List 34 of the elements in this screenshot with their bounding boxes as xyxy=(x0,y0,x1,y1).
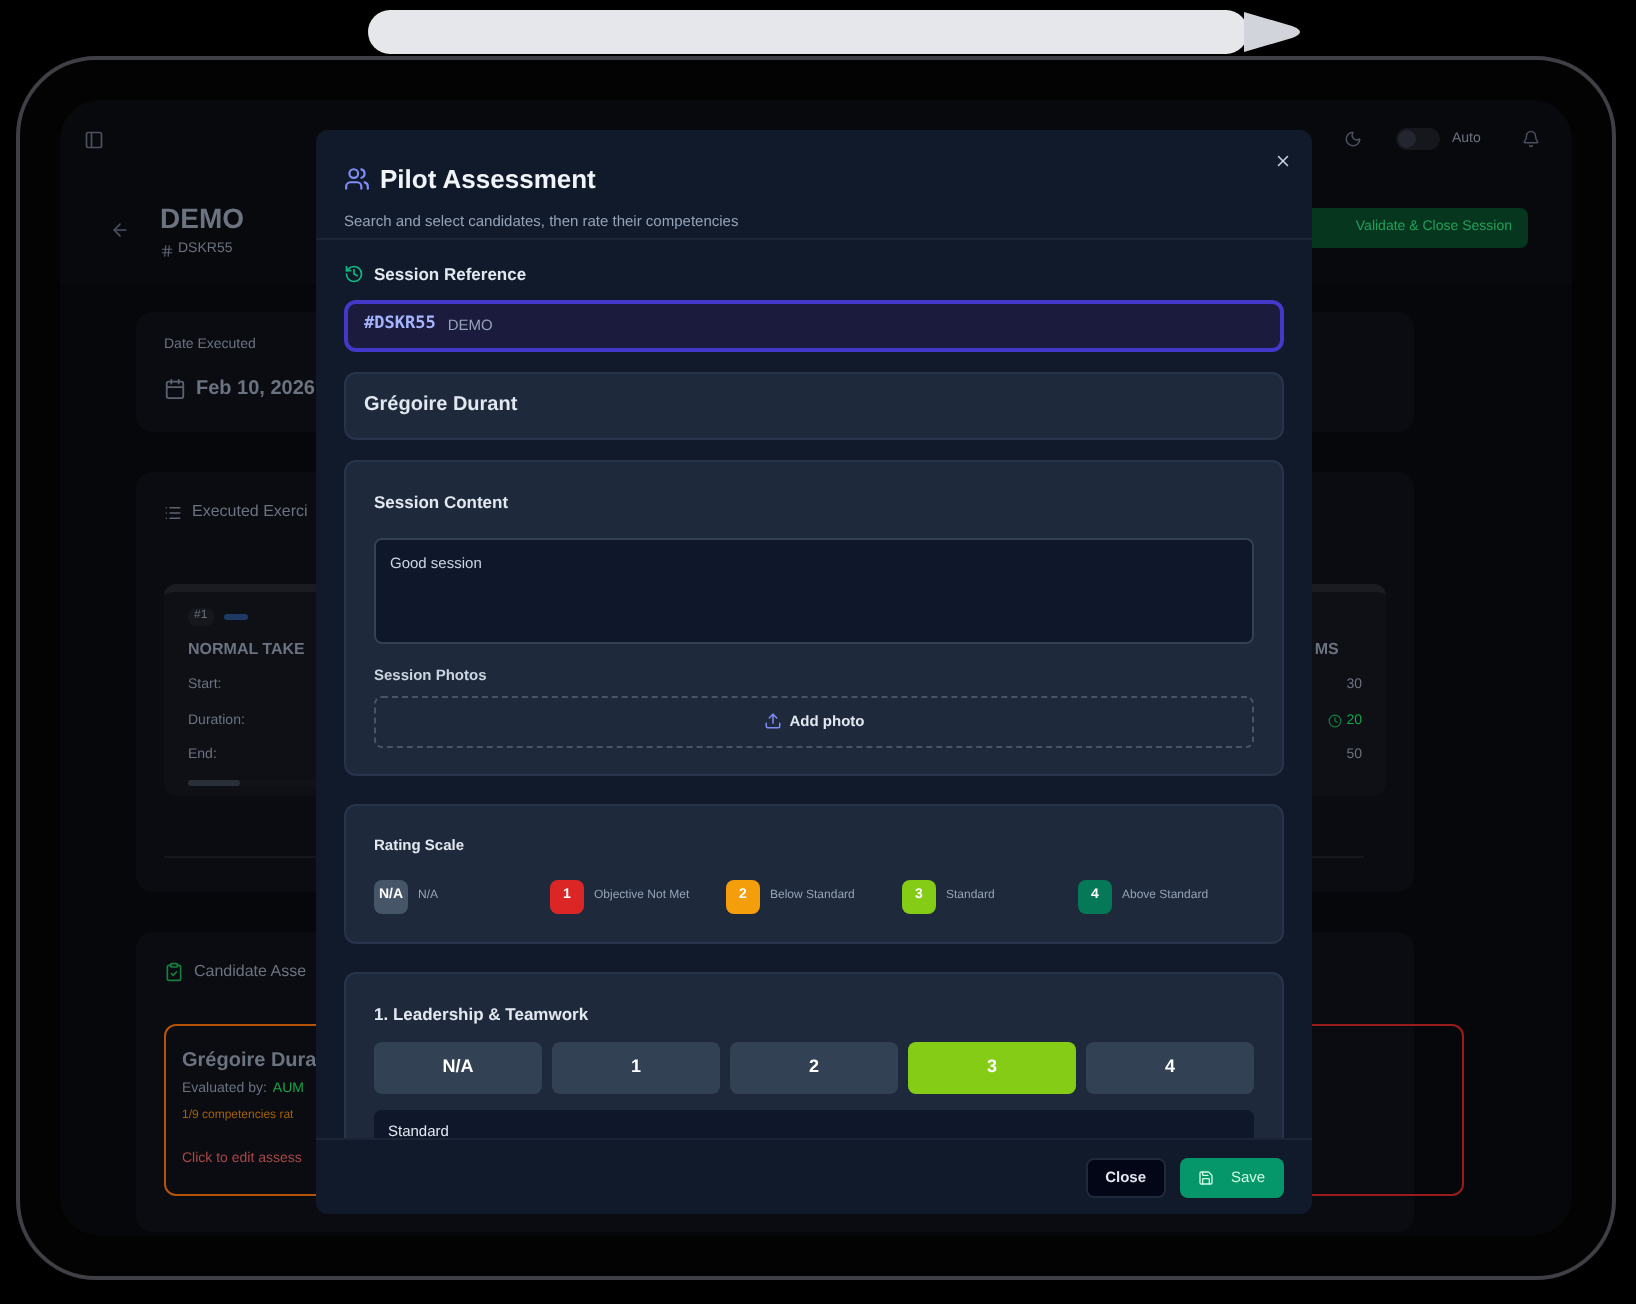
candidate-name: Grégoire Durant xyxy=(364,392,518,421)
exercise-name-end: MS xyxy=(1314,638,1339,662)
clock-icon xyxy=(1328,714,1343,729)
field-label: Session Reference xyxy=(374,262,527,288)
hash-icon xyxy=(160,243,174,258)
section-title: Executed Exerci xyxy=(192,500,308,524)
exercise-name: NORMAL TAKE xyxy=(188,638,305,662)
candidate-card[interactable]: Grégoire Durant xyxy=(344,371,1284,440)
rating-option[interactable]: 2 xyxy=(730,1041,898,1093)
rating-option[interactable]: 4 xyxy=(1086,1041,1254,1093)
theme-toggle[interactable] xyxy=(1396,128,1440,150)
session-code: #DSKR55 xyxy=(364,312,436,339)
clipboard-icon xyxy=(164,962,184,982)
sidebar-icon xyxy=(84,130,104,150)
page-title: DEMO xyxy=(160,200,244,238)
history-icon xyxy=(344,264,364,285)
upload-icon xyxy=(763,712,782,731)
close-icon xyxy=(1273,151,1291,169)
competency-title: 1. Leadership & Teamwork xyxy=(374,1001,589,1027)
date-value: Feb 10, 2026 xyxy=(196,375,315,403)
dialog-title: Pilot Assessment xyxy=(380,162,596,198)
rating-option[interactable]: N/A xyxy=(374,1041,542,1093)
list-icon xyxy=(164,503,182,521)
moon-icon xyxy=(1344,130,1362,148)
users-icon xyxy=(344,166,370,193)
status-bar-icon xyxy=(223,614,248,620)
calendar-icon xyxy=(164,377,186,399)
rating-option[interactable]: 1 xyxy=(552,1041,720,1093)
section-title: Candidate Asse xyxy=(194,960,307,984)
notification-icon xyxy=(1522,130,1540,148)
candidate-name: Grégoire Dura xyxy=(182,1048,317,1076)
back-icon xyxy=(110,220,130,240)
section-title: Session Content xyxy=(374,489,509,515)
save-icon xyxy=(1198,1169,1215,1185)
